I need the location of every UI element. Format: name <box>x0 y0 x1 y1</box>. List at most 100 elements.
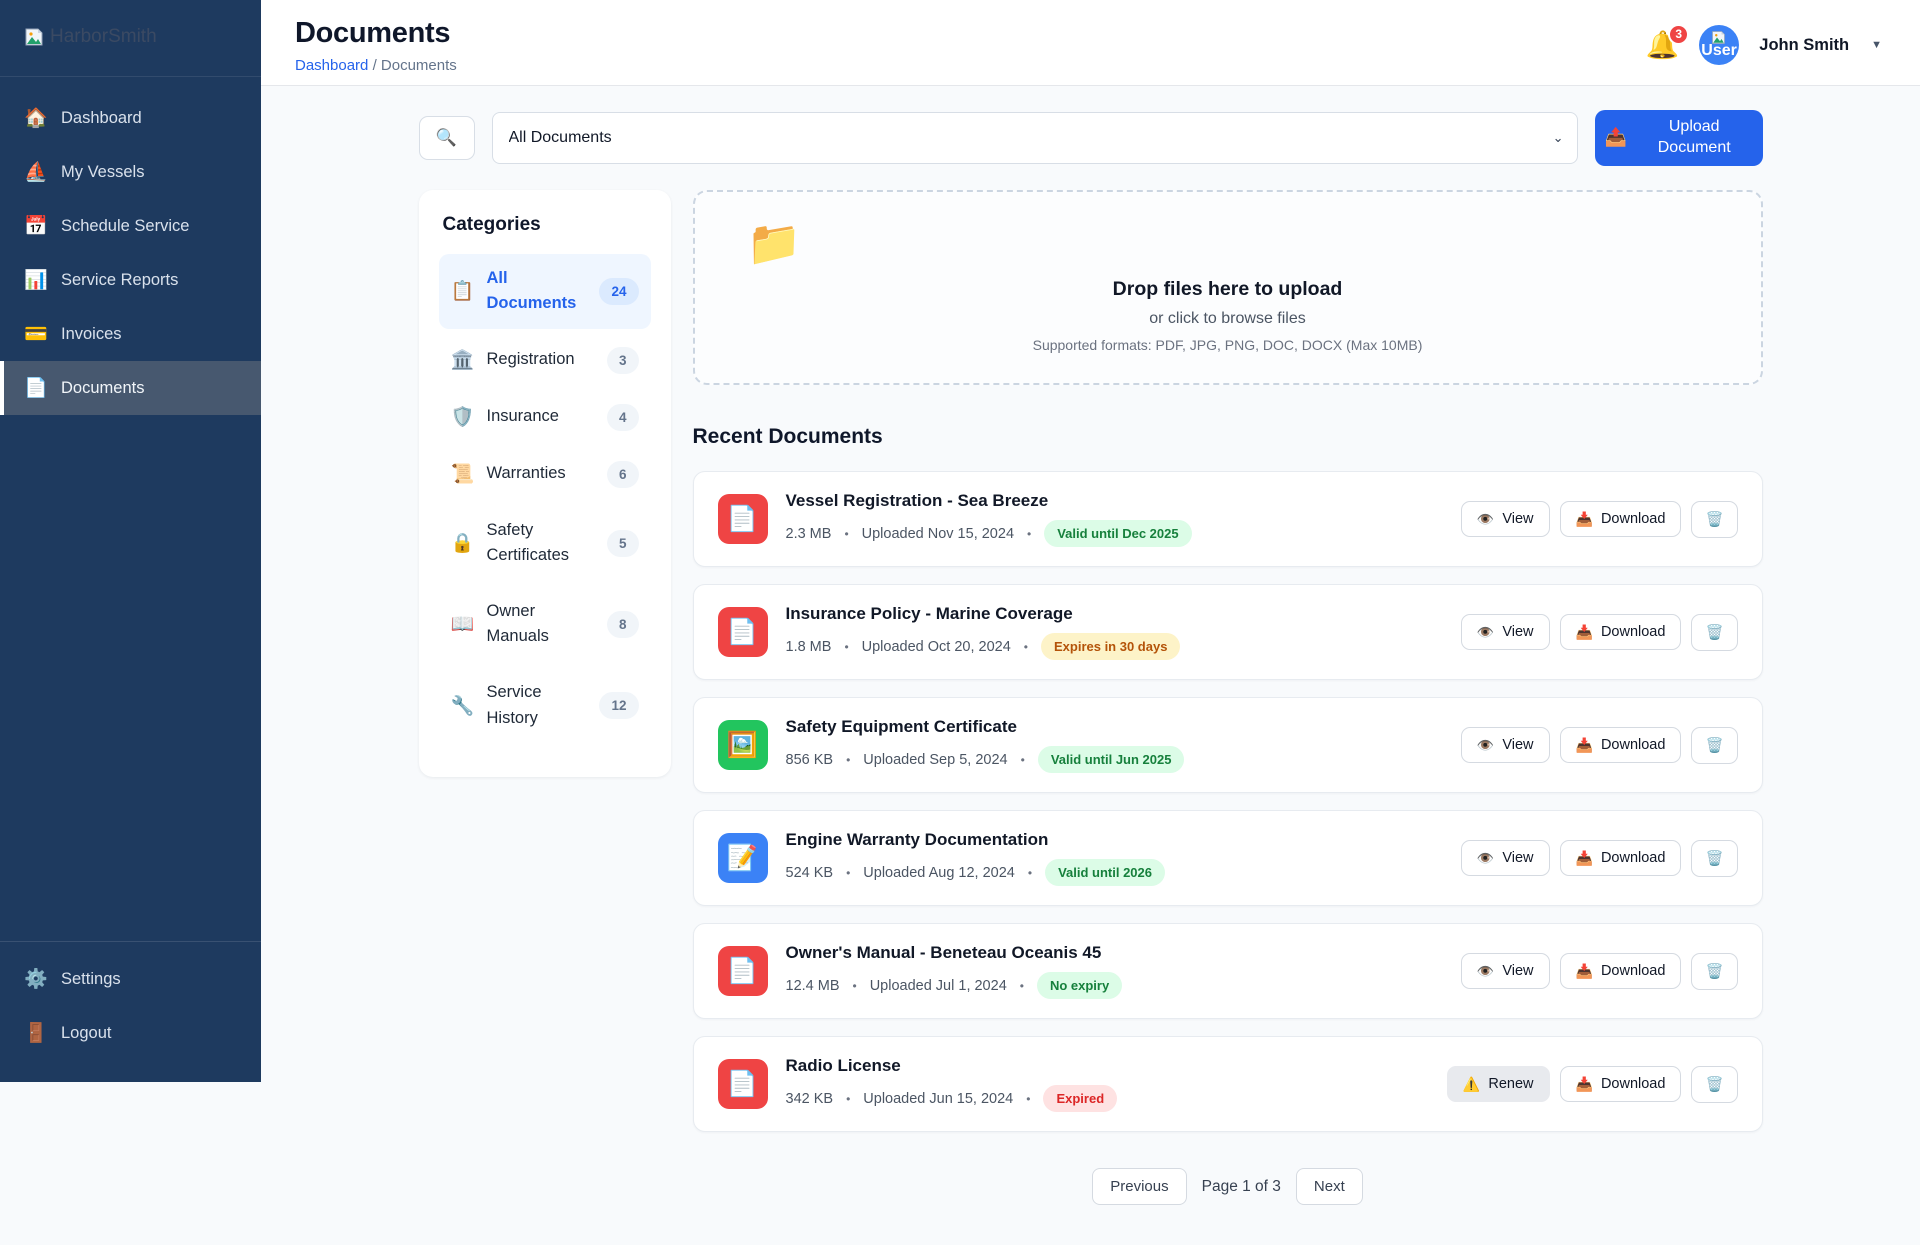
category-warranties[interactable]: 📜 Warranties 6 <box>439 449 651 500</box>
sidebar-item-schedule-service[interactable]: 📅 Schedule Service <box>0 199 261 253</box>
download-icon: 📥 <box>1576 625 1593 639</box>
separator-dot: • <box>1021 753 1025 767</box>
next-page-button[interactable]: Next <box>1296 1168 1363 1205</box>
upload-document-button[interactable]: 📤 Upload Document <box>1595 110 1763 166</box>
document-title: Owner's Manual - Beneteau Oceanis 45 <box>786 943 1443 963</box>
sidebar-nav: 🏠 Dashboard ⛵ My Vessels 📅 Schedule Serv… <box>0 91 261 415</box>
view-button[interactable]: 👁️View <box>1461 501 1550 537</box>
view-button[interactable]: 👁️View <box>1461 727 1550 763</box>
document-filter-select[interactable]: All Documents <box>492 112 1578 164</box>
delete-button[interactable]: 🗑️ <box>1691 501 1737 538</box>
breadcrumb-current: Documents <box>381 57 457 74</box>
download-icon: 📥 <box>1576 851 1593 865</box>
document-title: Insurance Policy - Marine Coverage <box>786 604 1443 624</box>
category-service-history[interactable]: 🔧 Service History 12 <box>439 668 651 743</box>
view-button-label: View <box>1502 850 1533 866</box>
sidebar-item-documents[interactable]: 📄 Documents <box>0 361 261 415</box>
document-size: 524 KB <box>786 865 834 881</box>
chevron-down-icon[interactable]: ▼ <box>1871 39 1882 51</box>
category-label: Service History <box>487 680 588 731</box>
breadcrumb-dashboard-link[interactable]: Dashboard <box>295 57 368 74</box>
previous-page-button[interactable]: Previous <box>1092 1168 1186 1205</box>
document-row: 📝 Engine Warranty Documentation 524 KB •… <box>693 810 1763 906</box>
document-uploaded: Uploaded Sep 5, 2024 <box>863 752 1007 768</box>
category-insurance[interactable]: 🛡️ Insurance 4 <box>439 392 651 443</box>
sidebar: HarborSmith 🏠 Dashboard ⛵ My Vessels 📅 S… <box>0 0 261 1082</box>
document-meta: 2.3 MB • Uploaded Nov 15, 2024 • Valid u… <box>786 520 1443 547</box>
download-button[interactable]: 📥Download <box>1560 727 1682 763</box>
sidebar-item-invoices[interactable]: 💳 Invoices <box>0 307 261 361</box>
eye-icon: 👁️ <box>1477 964 1494 978</box>
document-size: 12.4 MB <box>786 978 840 994</box>
download-icon: 📥 <box>1576 512 1593 526</box>
sidebar-item-label: Invoices <box>61 325 122 344</box>
file-dropzone[interactable]: 📁 Drop files here to upload or click to … <box>693 190 1763 386</box>
logo: HarborSmith <box>0 0 261 77</box>
delete-button[interactable]: 🗑️ <box>1691 1066 1737 1103</box>
download-button[interactable]: 📥Download <box>1560 501 1682 537</box>
file-type-icon: 📄 <box>718 607 768 657</box>
document-uploaded: Uploaded Jun 15, 2024 <box>863 1091 1013 1107</box>
download-button[interactable]: 📥Download <box>1560 1066 1682 1102</box>
delete-button[interactable]: 🗑️ <box>1691 727 1737 764</box>
recent-documents-title: Recent Documents <box>693 425 1763 449</box>
document-title: Vessel Registration - Sea Breeze <box>786 491 1443 511</box>
delete-button[interactable]: 🗑️ <box>1691 953 1737 990</box>
document-actions: 👁️View 📥Download 🗑️ <box>1461 501 1738 538</box>
documents-column: 📁 Drop files here to upload or click to … <box>693 190 1763 1245</box>
document-uploaded: Uploaded Oct 20, 2024 <box>862 639 1011 655</box>
credit-card-icon: 💳 <box>24 322 48 346</box>
document-actions: 👁️View 📥 Download 🗑️ <box>1461 614 1738 651</box>
document-size: 2.3 MB <box>786 526 832 542</box>
view-button[interactable]: 👁️View <box>1461 840 1550 876</box>
sidebar-item-my-vessels[interactable]: ⛵ My Vessels <box>0 145 261 199</box>
categories-title: Categories <box>439 214 651 236</box>
notifications-button[interactable]: 🔔 3 <box>1646 32 1680 59</box>
document-row: 📄 Owner's Manual - Beneteau Oceanis 45 1… <box>693 923 1763 1019</box>
delete-button[interactable]: 🗑️ <box>1691 840 1737 877</box>
trash-icon: 🗑️ <box>1705 737 1723 754</box>
document-uploaded: Uploaded Nov 15, 2024 <box>862 526 1014 542</box>
status-badge: Expired <box>1043 1085 1117 1112</box>
separator-dot: • <box>1026 1092 1030 1106</box>
download-button[interactable]: 📥 Download <box>1560 614 1682 650</box>
delete-button[interactable]: 🗑️ <box>1691 614 1737 651</box>
document-info: Radio License 342 KB • Uploaded Jun 15, … <box>786 1056 1429 1112</box>
status-badge: Valid until 2026 <box>1045 859 1165 886</box>
sidebar-item-settings[interactable]: ⚙️ Settings <box>0 952 261 1006</box>
sidebar-item-dashboard[interactable]: 🏠 Dashboard <box>0 91 261 145</box>
dropzone-subtitle: or click to browse files <box>725 310 1731 328</box>
category-registration[interactable]: 🏛️ Registration 3 <box>439 335 651 386</box>
sidebar-item-label: Settings <box>61 970 121 989</box>
sidebar-item-logout[interactable]: 🚪 Logout <box>0 1006 261 1060</box>
category-all-documents[interactable]: 📋 All Documents 24 <box>439 254 651 329</box>
document-title: Engine Warranty Documentation <box>786 830 1443 850</box>
view-button[interactable]: 👁️View <box>1461 953 1550 989</box>
document-actions: 👁️View 📥Download 🗑️ <box>1461 727 1738 764</box>
category-label: Safety Certificates <box>487 518 595 569</box>
separator-dot: • <box>844 640 848 654</box>
upload-button-label: Upload Document <box>1636 117 1753 159</box>
renew-button[interactable]: ⚠️Renew <box>1447 1066 1550 1102</box>
shield-icon: 🛡️ <box>451 405 475 429</box>
gear-icon: ⚙️ <box>24 967 48 991</box>
download-button[interactable]: 📥 Download <box>1560 840 1682 876</box>
avatar[interactable]: User <box>1699 25 1739 65</box>
category-safety-certificates[interactable]: 🔒 Safety Certificates 5 <box>439 506 651 581</box>
sidebar-bottom-nav: ⚙️ Settings 🚪 Logout <box>0 941 261 1082</box>
download-button-label: Download <box>1601 1076 1666 1092</box>
download-button-label: Download <box>1601 624 1666 640</box>
download-icon: 📥 <box>1576 738 1593 752</box>
status-badge: Valid until Dec 2025 <box>1044 520 1191 547</box>
download-button[interactable]: 📥Download <box>1560 953 1682 989</box>
category-label: Insurance <box>487 404 595 430</box>
view-button[interactable]: 👁️View <box>1461 614 1550 650</box>
trash-icon: 🗑️ <box>1705 511 1723 528</box>
breadcrumb-separator: / <box>373 57 377 74</box>
sidebar-item-service-reports[interactable]: 📊 Service Reports <box>0 253 261 307</box>
search-input[interactable] <box>419 116 475 160</box>
document-row: 🖼️ Safety Equipment Certificate 856 KB •… <box>693 697 1763 793</box>
category-owner-manuals[interactable]: 📖 Owner Manuals 8 <box>439 587 651 662</box>
download-button-label: Download <box>1601 850 1666 866</box>
status-badge: Expires in 30 days <box>1041 633 1180 660</box>
